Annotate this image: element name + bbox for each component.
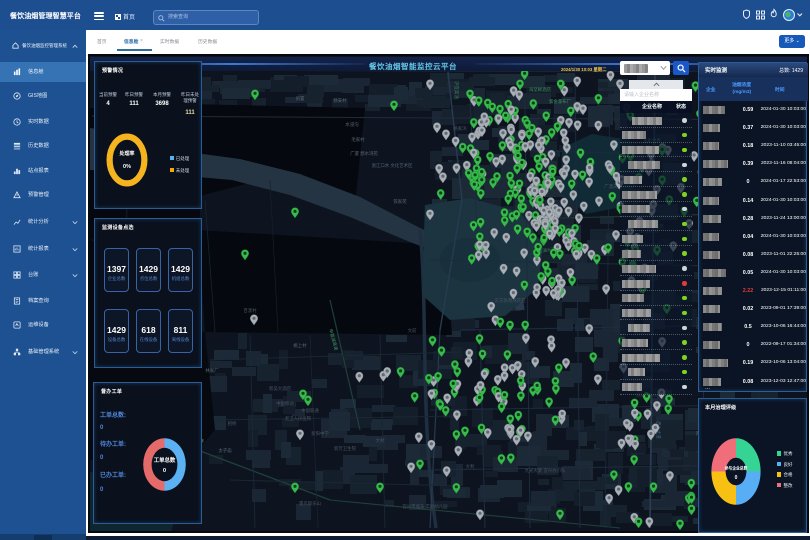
svg-text:中国移动: 中国移动 bbox=[276, 400, 294, 407]
svg-text:处理率: 处理率 bbox=[118, 150, 134, 157]
svg-text:闲置: 闲置 bbox=[296, 95, 305, 102]
svg-text:宜兴市城东 实验幼儿园: 宜兴市城东 实验幼儿园 bbox=[402, 503, 448, 510]
svg-text:0%: 0% bbox=[123, 164, 131, 170]
svg-text:姚上村: 姚上村 bbox=[293, 342, 307, 349]
svg-text:雷贝斯乐山: 雷贝斯乐山 bbox=[299, 500, 321, 507]
svg-text:参与企业总数: 参与企业总数 bbox=[724, 465, 748, 470]
svg-text:浙江口木 文化艺术区: 浙江口木 文化艺术区 bbox=[372, 162, 413, 169]
svg-text:东方悦港湾花苑: 东方悦港湾花苑 bbox=[495, 297, 526, 304]
svg-text:水浸沟: 水浸沟 bbox=[345, 121, 359, 128]
svg-text:百漾村: 百漾村 bbox=[243, 307, 257, 314]
svg-text:静安村: 静安村 bbox=[333, 97, 347, 104]
svg-text:毛家村: 毛家村 bbox=[351, 136, 365, 142]
svg-text:老卫人民医院: 老卫人民医院 bbox=[285, 415, 312, 422]
svg-text:文前: 文前 bbox=[408, 327, 417, 334]
svg-text:0: 0 bbox=[735, 475, 738, 481]
svg-text:工单总数: 工单总数 bbox=[154, 456, 176, 464]
svg-text:林家厂: 林家厂 bbox=[205, 367, 219, 374]
svg-text:新吴大酒店: 新吴大酒店 bbox=[269, 385, 292, 392]
svg-text:太子庙: 太子庙 bbox=[218, 447, 232, 454]
svg-text:中国联通: 中国联通 bbox=[301, 407, 319, 414]
svg-text:新芳卫生院: 新芳卫生院 bbox=[334, 445, 357, 452]
svg-text:沪宜高速: 沪宜高速 bbox=[453, 81, 460, 99]
svg-text:广厦 郡水湾苑: 广厦 郡水湾苑 bbox=[350, 150, 378, 157]
svg-text:铁家苑: 铁家苑 bbox=[393, 198, 407, 205]
svg-text:相桥: 相桥 bbox=[228, 420, 237, 427]
svg-text:新阳中学: 新阳中学 bbox=[311, 430, 329, 437]
svg-text:大利: 大利 bbox=[466, 463, 475, 470]
svg-text:格家浜: 格家浜 bbox=[453, 125, 467, 132]
svg-text:海坚鲜酒店: 海坚鲜酒店 bbox=[529, 86, 552, 93]
svg-text:紫金瀑布厂: 紫金瀑布厂 bbox=[549, 98, 572, 105]
svg-text:九光大厦 宜兴办小队: 九光大厦 宜兴办小队 bbox=[525, 467, 566, 474]
svg-text:大村: 大村 bbox=[376, 437, 385, 444]
svg-text:0: 0 bbox=[163, 468, 166, 474]
